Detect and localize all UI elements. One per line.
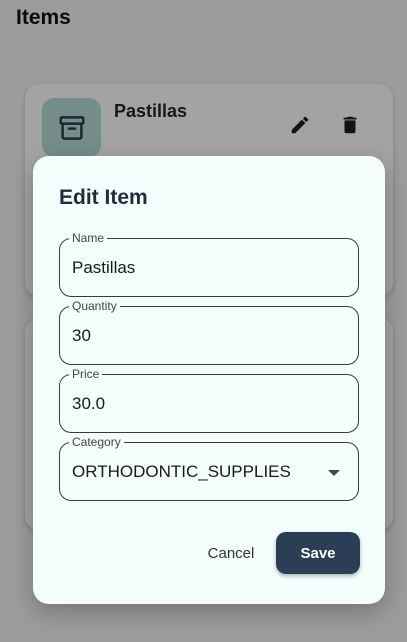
quantity-field-value[interactable]: 30 <box>72 326 91 346</box>
save-button[interactable]: Save <box>276 532 360 574</box>
dropdown-arrow-icon[interactable] <box>328 470 340 476</box>
category-select[interactable]: Category ORTHODONTIC_SUPPLIES <box>59 435 359 501</box>
dialog-title: Edit Item <box>59 186 148 209</box>
cancel-button[interactable]: Cancel <box>199 535 263 571</box>
price-field-value[interactable]: 30.0 <box>72 394 105 414</box>
quantity-field[interactable]: Quantity 30 <box>59 299 359 365</box>
category-select-value[interactable]: ORTHODONTIC_SUPPLIES <box>72 462 291 482</box>
name-field[interactable]: Name Pastillas <box>59 231 359 297</box>
price-field-label: Price <box>69 367 103 381</box>
quantity-field-label: Quantity <box>69 299 120 313</box>
price-field[interactable]: Price 30.0 <box>59 367 359 433</box>
name-field-label: Name <box>69 231 108 245</box>
name-field-value[interactable]: Pastillas <box>72 258 135 278</box>
edit-item-dialog: Edit Item Name Pastillas Quantity 30 Pri… <box>33 156 385 604</box>
category-select-label: Category <box>69 435 124 449</box>
